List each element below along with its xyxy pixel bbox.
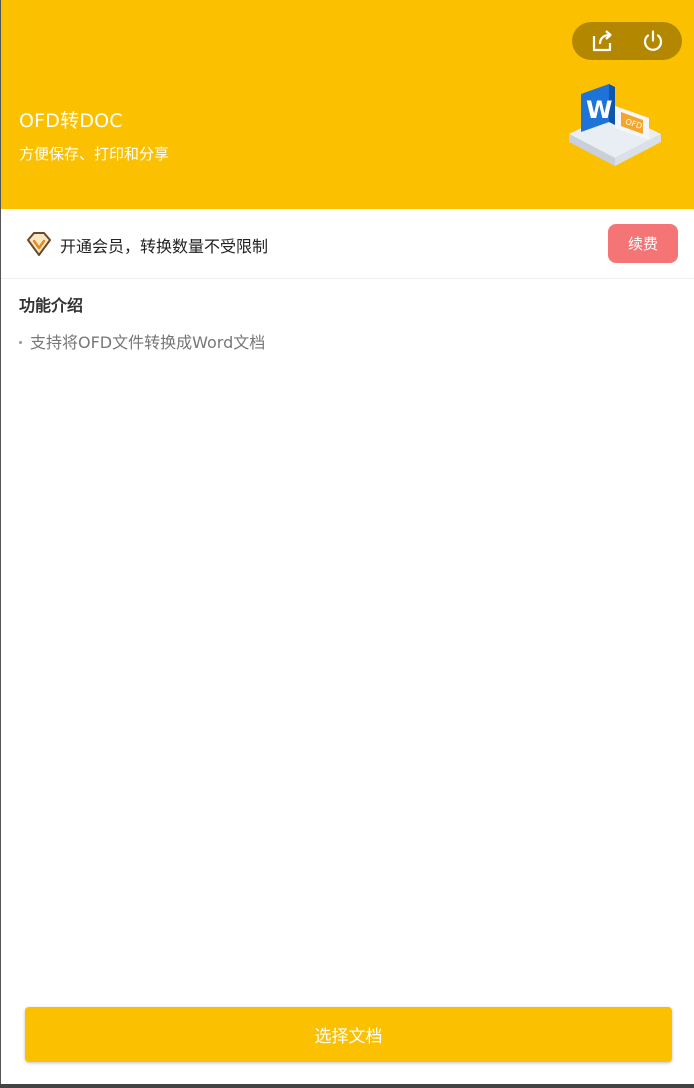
membership-promo-text: 开通会员，转换数量不受限制 [60, 237, 269, 256]
membership-bar: 开通会员，转换数量不受限制 续费 [1, 209, 694, 279]
power-icon [643, 30, 662, 51]
bullet-icon [19, 340, 22, 344]
feature-heading: 功能介绍 [19, 296, 84, 315]
word-doc-letter: W [586, 96, 612, 124]
renew-button[interactable]: 续费 [608, 224, 678, 263]
feature-item: 支持将OFD文件转换成Word文档 [19, 329, 265, 353]
window-bottom-edge [0, 1084, 694, 1088]
vip-diamond-icon [27, 232, 51, 256]
window-controls [572, 22, 682, 60]
page-subtitle: 方便保存、打印和分享 [19, 145, 170, 163]
page-title: OFD转DOC [19, 110, 123, 132]
power-button[interactable] [625, 22, 680, 60]
ofd-to-word-illustration: OFD W [569, 84, 661, 166]
share-button[interactable] [574, 22, 629, 60]
app-window: OFD转DOC 方便保存、打印和分享 OFD W 开通会员，转换数量不受限制 续… [1, 0, 694, 1084]
select-document-button[interactable]: 选择文档 [25, 1007, 672, 1062]
feature-item-text: 支持将OFD文件转换成Word文档 [30, 333, 266, 352]
header-banner: OFD转DOC 方便保存、打印和分享 OFD W [1, 0, 694, 209]
share-icon [592, 30, 612, 52]
